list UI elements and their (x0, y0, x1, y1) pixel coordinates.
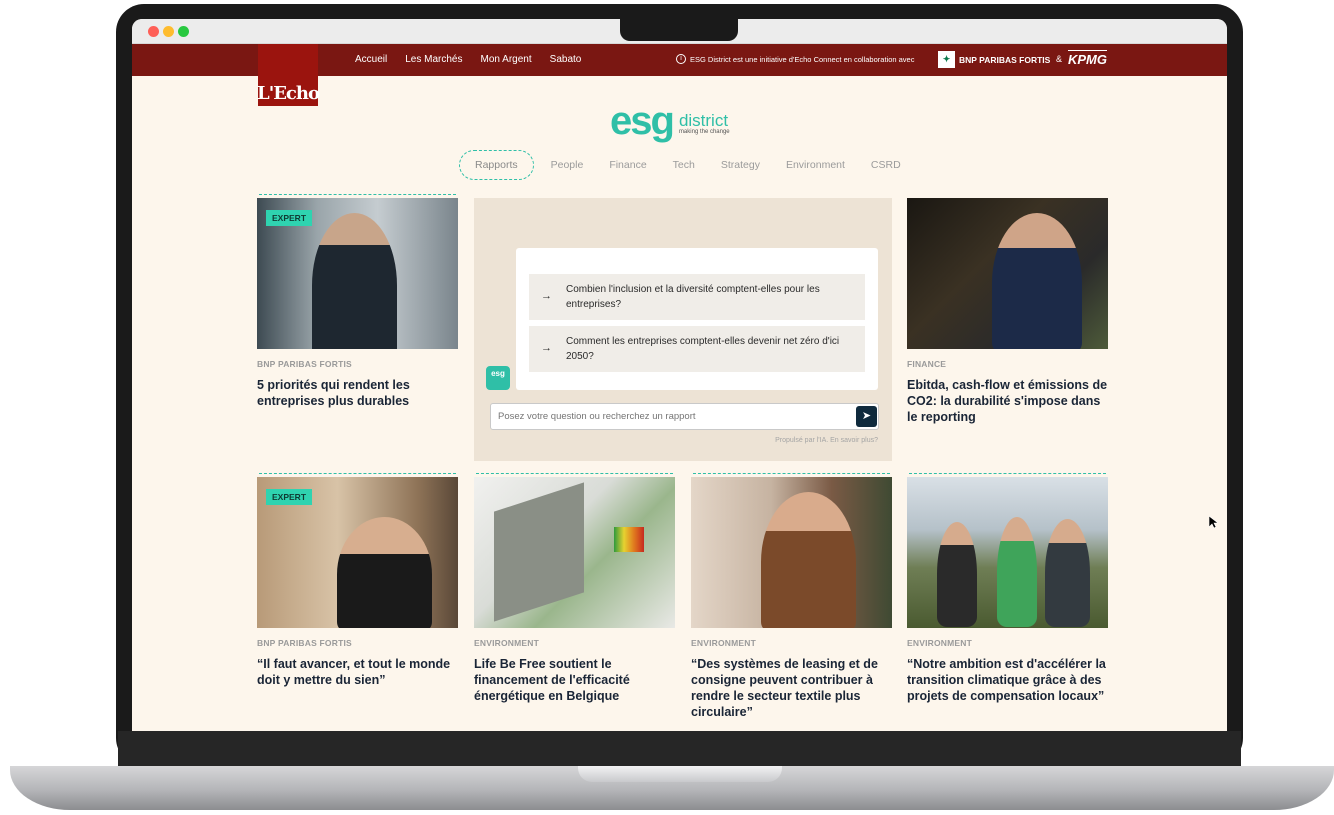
partner-separator: & (1056, 54, 1063, 64)
article-category[interactable]: ENVIRONMENT (474, 638, 675, 648)
esg-assistant-label: esg (491, 369, 505, 378)
article-title[interactable]: “Des systèmes de leasing et de consigne … (691, 656, 892, 720)
card-divider (259, 473, 456, 474)
tab-people[interactable]: People (538, 151, 597, 179)
esg-assistant-icon: esg (486, 366, 510, 390)
tab-strategy[interactable]: Strategy (708, 151, 773, 179)
nav-link-marches[interactable]: Les Marchés (405, 54, 462, 65)
ai-suggestion[interactable]: → Comment les entreprises comptent-elles… (529, 326, 865, 372)
article-title[interactable]: 5 priorités qui rendent les entreprises … (257, 377, 458, 409)
partner-kpmg[interactable]: KPMG (1068, 50, 1107, 67)
laptop-hinge (578, 766, 782, 782)
esg-tagline: making the change (678, 129, 730, 135)
card-divider (259, 194, 456, 195)
lecho-logo-text: L'Echo (257, 83, 320, 104)
person-figure (937, 522, 977, 627)
article-card[interactable]: ENVIRONMENT “Des systèmes de leasing et … (691, 473, 892, 720)
expert-badge: EXPERT (266, 489, 313, 505)
ai-suggestions-box: → Combien l'inclusion et la diversité co… (516, 248, 878, 390)
esg-mark: esg (610, 99, 675, 143)
laptop-bezel (118, 731, 1241, 769)
person-figure (761, 492, 856, 628)
powered-by-ai-link[interactable]: Propulsé par l'IA. En savoir plus? (775, 437, 878, 444)
nav-link-accueil[interactable]: Accueil (355, 54, 387, 65)
building-illustration (494, 482, 584, 622)
minimize-window-icon[interactable] (163, 26, 174, 37)
info-icon: i (676, 54, 686, 64)
esg-notice-text: ESG District est une initiative d'Echo C… (690, 54, 915, 64)
card-divider (693, 473, 890, 474)
article-card[interactable]: ENVIRONMENT Life Be Free soutient le fin… (474, 473, 675, 704)
article-title[interactable]: Ebitda, cash-flow et émissions de CO2: l… (907, 377, 1108, 425)
bnp-logo-icon: ✦ (938, 51, 955, 68)
energy-label-illustration (614, 527, 644, 552)
article-image[interactable] (907, 477, 1108, 628)
category-tabs: Rapports People Finance Tech Strategy En… (459, 150, 914, 180)
article-title[interactable]: Life Be Free soutient le financement de … (474, 656, 675, 704)
ai-search-panel: → Combien l'inclusion et la diversité co… (474, 198, 892, 461)
article-image[interactable]: EXPERT (257, 477, 458, 628)
article-image[interactable] (474, 477, 675, 628)
expert-badge: EXPERT (266, 210, 313, 226)
article-title[interactable]: “Il faut avancer, et tout le monde doit … (257, 656, 458, 688)
article-card[interactable]: ENVIRONMENT “Notre ambition est d'accélé… (907, 473, 1108, 704)
article-image[interactable] (907, 198, 1108, 349)
camera-notch (620, 19, 738, 41)
article-category[interactable]: BNP PARIBAS FORTIS (257, 359, 458, 369)
person-figure (312, 213, 397, 349)
person-figure (337, 517, 432, 628)
nav-link-sabato[interactable]: Sabato (550, 54, 582, 65)
article-image[interactable]: EXPERT (257, 198, 458, 349)
esg-notice: i ESG District est une initiative d'Echo… (676, 54, 914, 64)
article-category[interactable]: ENVIRONMENT (691, 638, 892, 648)
ai-suggestion-text: Combien l'inclusion et la diversité comp… (566, 284, 820, 310)
person-figure (1045, 519, 1090, 627)
person-figure (992, 213, 1082, 349)
send-icon[interactable]: ➤ (856, 406, 877, 427)
article-card[interactable]: EXPERT BNP PARIBAS FORTIS “Il faut avanc… (257, 473, 458, 688)
lecho-logo[interactable]: L'Echo (257, 44, 320, 106)
mouse-cursor-icon (1209, 516, 1218, 529)
nav-link-mon-argent[interactable]: Mon Argent (481, 54, 532, 65)
ai-suggestion[interactable]: → Combien l'inclusion et la diversité co… (529, 274, 865, 320)
esg-district-name: district (678, 111, 729, 130)
article-category[interactable]: FINANCE (907, 359, 1108, 369)
partner-bnp-label: BNP PARIBAS FORTIS (959, 54, 1051, 65)
article-card[interactable]: FINANCE Ebitda, cash-flow et émissions d… (907, 198, 1108, 425)
nav-links: Accueil Les Marchés Mon Argent Sabato (355, 54, 581, 65)
tab-csrd[interactable]: CSRD (858, 151, 914, 179)
article-card[interactable]: EXPERT BNP PARIBAS FORTIS 5 priorités qu… (257, 194, 458, 409)
screen: Accueil Les Marchés Mon Argent Sabato i … (132, 19, 1227, 731)
article-title[interactable]: “Notre ambition est d'accélérer la trans… (907, 656, 1108, 704)
article-category[interactable]: ENVIRONMENT (907, 638, 1108, 648)
zoom-window-icon[interactable] (178, 26, 189, 37)
esg-wordmark: district making the change (679, 112, 730, 140)
card-divider (909, 473, 1106, 474)
close-window-icon[interactable] (148, 26, 159, 37)
article-image[interactable] (691, 477, 892, 628)
tab-tech[interactable]: Tech (660, 151, 708, 179)
partner-bnp[interactable]: ✦ BNP PARIBAS FORTIS (938, 51, 1050, 68)
ai-search-input[interactable] (490, 403, 879, 430)
card-divider (476, 473, 673, 474)
tab-finance[interactable]: Finance (596, 151, 659, 179)
article-category[interactable]: BNP PARIBAS FORTIS (257, 638, 458, 648)
tab-rapports[interactable]: Rapports (459, 150, 534, 180)
person-figure (997, 517, 1037, 627)
arrow-right-icon: → (541, 342, 552, 354)
arrow-right-icon: → (541, 290, 552, 302)
tab-environment[interactable]: Environment (773, 151, 858, 179)
ai-suggestion-text: Comment les entreprises comptent-elles d… (566, 336, 840, 362)
esg-district-logo[interactable]: esg district making the change (610, 99, 730, 143)
